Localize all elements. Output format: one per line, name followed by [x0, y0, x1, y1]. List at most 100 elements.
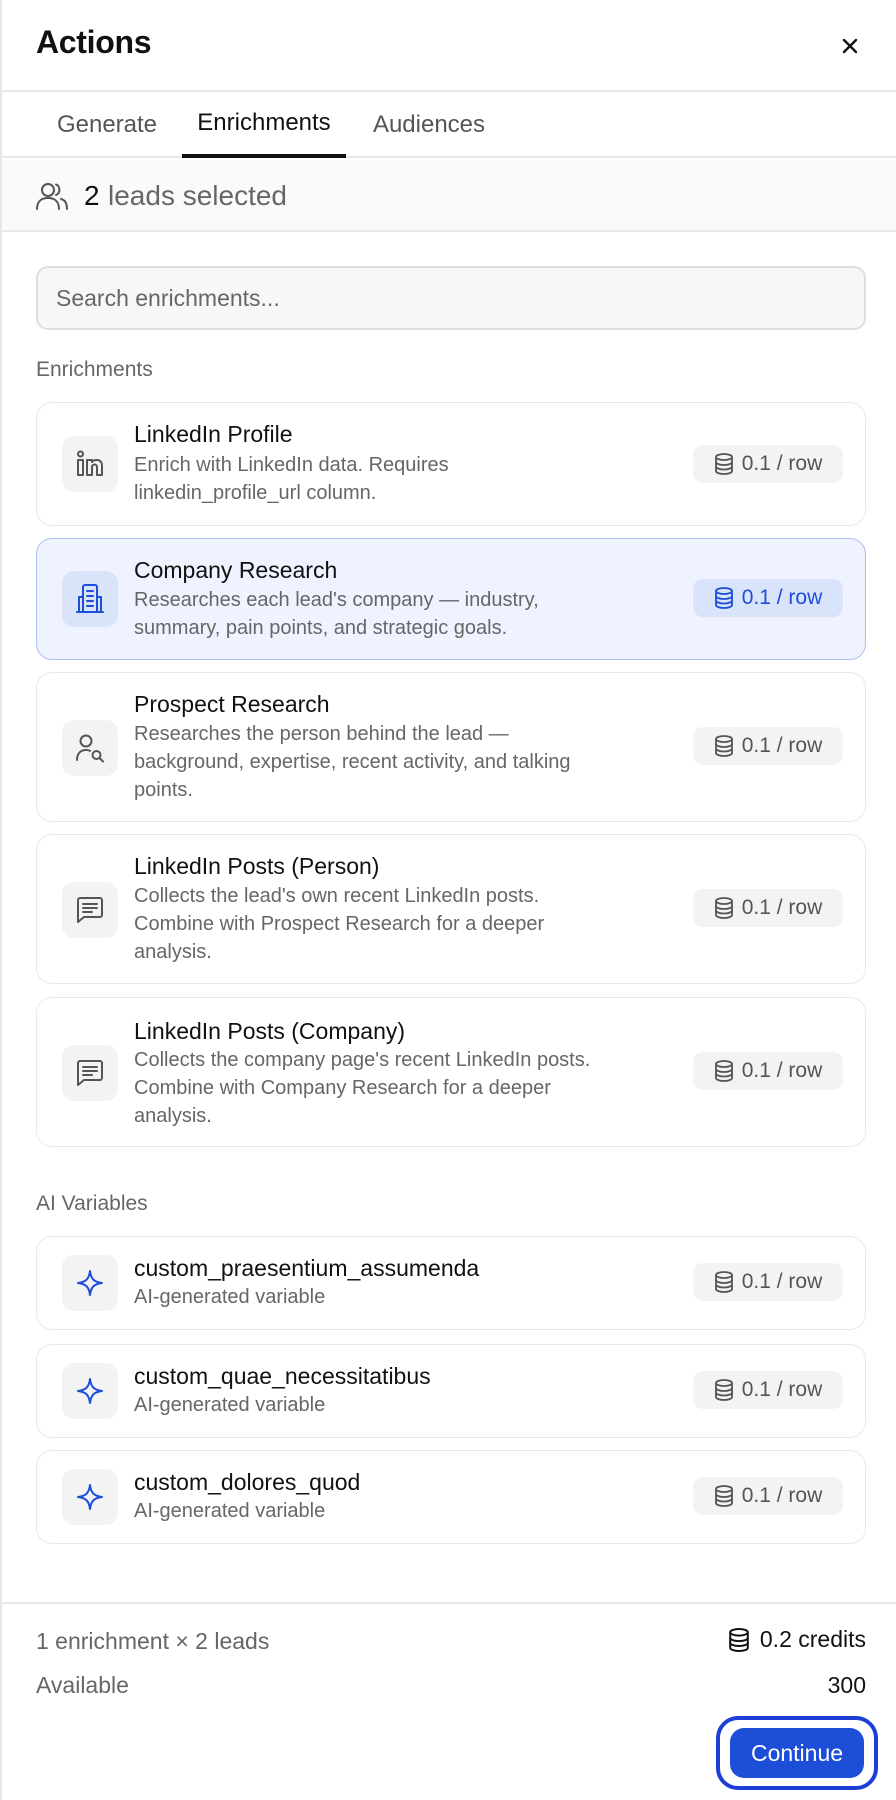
tab-generate[interactable]: Generate: [36, 92, 178, 158]
card-description: Collects the company page's recent Linke…: [134, 1046, 654, 1130]
card-icon-box: [62, 1469, 118, 1525]
cost-label: 0.1 / row: [741, 586, 823, 609]
selected-label: leads selected: [108, 180, 288, 211]
actions-panel: Actions Generate Enrichments Audiences 2…: [0, 0, 896, 1800]
close-button[interactable]: [828, 26, 872, 66]
card-description: Researches each lead's company — industr…: [134, 586, 654, 642]
database-icon: [714, 587, 733, 609]
sparkle-icon: [77, 1270, 103, 1296]
ai-variable-card[interactable]: custom_praesentium_assumenda AI-generate…: [36, 1236, 866, 1330]
card-icon-box: [62, 720, 118, 776]
tab-bar: Generate Enrichments Audiences: [2, 92, 896, 158]
building-icon: [76, 584, 104, 613]
desc-line: Combine with Company Research for a deep…: [134, 1077, 551, 1099]
message-icon: [77, 897, 103, 923]
enrichment-card-linkedin-posts-person[interactable]: LinkedIn Posts (Person) Collects the lea…: [36, 834, 866, 984]
section-label-ai-variables: AI Variables: [36, 1192, 148, 1215]
selected-count: 2: [84, 180, 100, 211]
enrichment-card-prospect-research[interactable]: Prospect Research Researches the person …: [36, 672, 866, 822]
cost-badge: 0.1 / row: [693, 727, 843, 765]
cost-label: 0.1 / row: [741, 1270, 823, 1293]
cost-badge: 0.1 / row: [693, 579, 843, 617]
desc-line: Collects the lead's own recent LinkedIn …: [134, 885, 540, 907]
card-description: Collects the lead's own recent LinkedIn …: [134, 882, 654, 966]
card-title: custom_praesentium_assumenda: [134, 1255, 480, 1281]
cost-label: 0.1 / row: [741, 734, 823, 757]
continue-button[interactable]: Continue: [730, 1728, 864, 1778]
card-title: LinkedIn Profile: [134, 421, 293, 447]
card-title: LinkedIn Posts (Person): [134, 853, 380, 879]
desc-line: Researches the person behind the lead —: [134, 723, 509, 745]
tab-enrichments[interactable]: Enrichments: [182, 92, 346, 158]
linkedin-icon: [77, 450, 103, 476]
tab-audiences[interactable]: Audiences: [358, 92, 500, 158]
panel-title: Actions: [36, 24, 152, 60]
card-description: Enrich with LinkedIn data. Requires link…: [134, 451, 654, 507]
credits-value: 0.2 credits: [759, 1626, 866, 1652]
panel-footer: 1 enrichment × 2 leads 0.2 credits Avail…: [2, 1602, 896, 1800]
enrichment-card-company-research[interactable]: Company Research Researches each lead's …: [36, 538, 866, 660]
database-icon: [714, 1271, 733, 1293]
database-icon: [714, 897, 733, 919]
ai-variable-card[interactable]: custom_dolores_quod AI-generated variabl…: [36, 1450, 866, 1544]
message-icon: [77, 1060, 103, 1086]
cost-label: 0.1 / row: [741, 896, 823, 919]
total-credits: 0.2 credits: [728, 1626, 866, 1653]
enrichment-card-linkedin-posts-company[interactable]: LinkedIn Posts (Company) Collects the co…: [36, 997, 866, 1147]
cost-label: 0.1 / row: [741, 1059, 823, 1082]
cost-label: 0.1 / row: [741, 452, 823, 475]
card-icon-box: [62, 1255, 118, 1311]
database-icon: [714, 453, 733, 475]
database-icon: [729, 1627, 749, 1652]
cost-label: 0.1 / row: [741, 1484, 823, 1507]
card-icon-box: [62, 571, 118, 627]
desc-line: summary, pain points, and strategic goal…: [134, 617, 508, 639]
card-description: Researches the person behind the lead — …: [134, 720, 654, 804]
close-icon: [842, 38, 858, 54]
card-title: Prospect Research: [134, 691, 330, 717]
card-title: LinkedIn Posts (Company): [134, 1018, 406, 1044]
cost-badge: 0.1 / row: [693, 1052, 843, 1090]
cost-badge: 0.1 / row: [693, 1371, 843, 1409]
enrichment-card-linkedin-profile[interactable]: LinkedIn Profile Enrich with LinkedIn da…: [36, 402, 866, 526]
sparkle-icon: [77, 1378, 103, 1404]
users-icon: [36, 183, 68, 210]
card-title: Company Research: [134, 557, 338, 583]
card-title: custom_dolores_quod: [134, 1469, 361, 1495]
desc-line: Enrich with LinkedIn data. Requires: [134, 454, 449, 476]
card-description: AI-generated variable: [134, 1500, 326, 1522]
database-icon: [714, 735, 733, 757]
card-icon-box: [62, 1363, 118, 1419]
card-title: custom_quae_necessitatibus: [134, 1363, 431, 1389]
desc-line: background, expertise, recent activity, …: [134, 751, 571, 773]
cost-badge: 0.1 / row: [693, 889, 843, 927]
desc-line: Researches each lead's company — industr…: [134, 589, 539, 611]
desc-line: linkedin_profile_url column.: [134, 482, 377, 504]
search-input[interactable]: [36, 266, 866, 330]
card-icon-box: [62, 882, 118, 938]
available-value: 300: [827, 1672, 866, 1698]
cost-summary: 1 enrichment × 2 leads: [36, 1628, 270, 1654]
ai-variable-card[interactable]: custom_quae_necessitatibus AI-generated …: [36, 1344, 866, 1438]
card-description: AI-generated variable: [134, 1286, 326, 1308]
desc-line: analysis.: [134, 1105, 212, 1127]
cost-badge: 0.1 / row: [693, 1477, 843, 1515]
cost-badge: 0.1 / row: [693, 445, 843, 483]
card-icon-box: [62, 436, 118, 492]
user-search-icon: [76, 734, 104, 763]
desc-line: Combine with Prospect Research for a dee…: [134, 913, 545, 935]
cost-badge: 0.1 / row: [693, 1263, 843, 1301]
database-icon: [714, 1379, 733, 1401]
available-label: Available: [36, 1672, 129, 1698]
desc-line: analysis.: [134, 941, 212, 963]
section-label-enrichments: Enrichments: [36, 358, 153, 381]
sparkle-icon: [77, 1484, 103, 1510]
panel-header: Actions: [2, 0, 896, 92]
database-icon: [714, 1060, 733, 1082]
card-icon-box: [62, 1045, 118, 1101]
desc-line: points.: [134, 779, 193, 801]
cost-label: 0.1 / row: [741, 1378, 823, 1401]
desc-line: Collects the company page's recent Linke…: [134, 1049, 591, 1071]
card-description: AI-generated variable: [134, 1394, 326, 1416]
database-icon: [714, 1485, 733, 1507]
